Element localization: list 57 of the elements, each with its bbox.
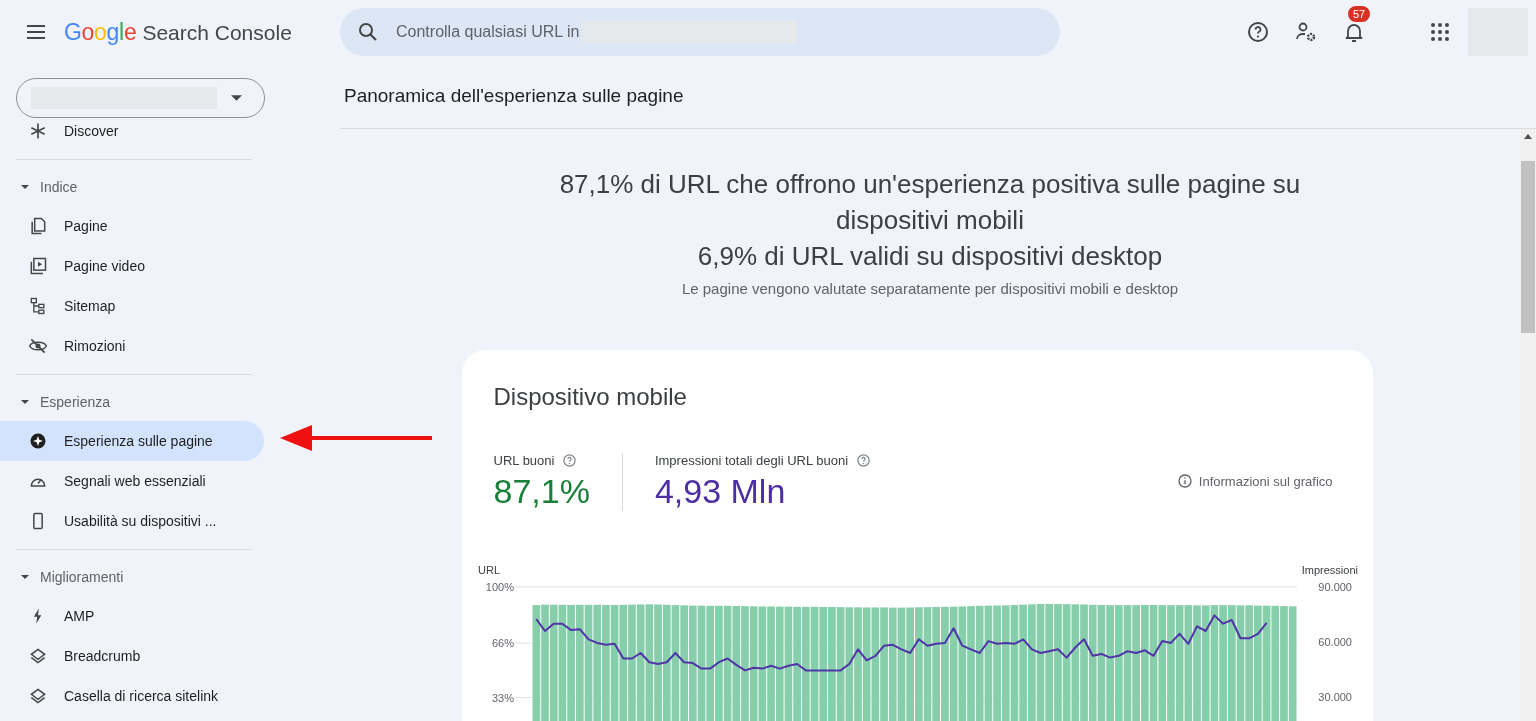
- nav-item[interactable]: Usabilità su dispositivi ...: [0, 501, 264, 541]
- layers-icon: [28, 686, 48, 706]
- star-circle-icon: [28, 431, 48, 451]
- hidden-eye-icon: [28, 336, 48, 356]
- metric-label: URL buoni: [493, 453, 555, 468]
- axis-tick-label: 66%: [491, 637, 514, 650]
- nav-item[interactable]: Pagine video: [0, 246, 264, 286]
- nav-item[interactable]: AMP: [0, 596, 264, 636]
- notification-badge: 57: [1348, 6, 1371, 22]
- nav-item[interactable]: Breadcrumb: [0, 636, 264, 676]
- axis-tick-label: 90.000: [1317, 581, 1352, 593]
- axis-tick-label: 30.000: [1317, 691, 1352, 703]
- user-settings-icon[interactable]: [1294, 20, 1318, 44]
- metric-label: Impressioni totali degli URL buoni: [654, 453, 849, 468]
- sitemap-icon: [28, 296, 48, 316]
- scrollbar-thumb[interactable]: [1521, 161, 1535, 333]
- metric-value: 4,93 Mln: [654, 472, 787, 511]
- axis-tick-label: 100%: [485, 581, 514, 593]
- scrollbar[interactable]: [1520, 129, 1536, 721]
- help-icon[interactable]: [856, 453, 872, 468]
- help-icon[interactable]: [562, 453, 578, 468]
- scroll-up-icon[interactable]: [1524, 134, 1532, 139]
- google-logo: Google: [64, 18, 137, 46]
- nav-item[interactable]: Segnali web essenziali: [0, 461, 264, 501]
- metric-value: 87,1%: [493, 472, 590, 511]
- app-name: Search Console: [142, 20, 292, 45]
- axis-title: URL: [477, 564, 500, 576]
- collapse-caret-icon[interactable]: [20, 397, 30, 407]
- card-title: Dispositivo mobile: [493, 383, 688, 411]
- page-title: Panoramica dell'esperienza sulle pagine: [344, 85, 684, 107]
- asterisk-icon: [28, 121, 48, 141]
- layers-icon: [28, 646, 48, 666]
- section-title: Indice: [40, 179, 78, 195]
- collapse-caret-icon[interactable]: [20, 572, 30, 582]
- nav-item[interactable]: Sitemap: [0, 286, 264, 326]
- summary-subtitle: Le pagine vengono valutate separatamente per dispositivi mobili e desktop: [681, 280, 1179, 297]
- summary-headline: 87,1% di URL che offrono un'esperienza positiva sulle pagine su dispositivi mobili: [558, 168, 1302, 237]
- nav-item[interactable]: Casella di ricerca sitelink: [0, 676, 264, 716]
- axis-tick-label: 33%: [491, 691, 514, 704]
- pages-icon: [28, 216, 48, 236]
- section-title: Miglioramenti: [40, 569, 124, 585]
- summary-headline: 6,9% di URL validi su dispositivi desktop: [697, 240, 1163, 273]
- nav-item[interactable]: Rimozioni: [0, 326, 264, 366]
- nav-item[interactable]: Pagine: [0, 206, 264, 246]
- apps-icon[interactable]: [1428, 20, 1452, 44]
- chart-info-link[interactable]: Informazioni sul grafico: [1176, 473, 1333, 489]
- dropdown-caret-icon: [231, 95, 242, 101]
- help-icon[interactable]: [1246, 20, 1270, 44]
- nav-item[interactable]: Esperienza sulle pagine: [0, 421, 264, 461]
- collapse-caret-icon[interactable]: [20, 182, 30, 192]
- search-field[interactable]: Controlla qualsiasi URL in: [396, 23, 582, 41]
- axis-title: Impressioni: [1301, 564, 1358, 576]
- axis-tick-label: 60.000: [1317, 636, 1352, 648]
- video-icon: [28, 256, 48, 276]
- nav-item[interactable]: Discover: [0, 111, 264, 151]
- info-icon: [1176, 473, 1193, 489]
- section-title: Esperienza: [40, 394, 111, 410]
